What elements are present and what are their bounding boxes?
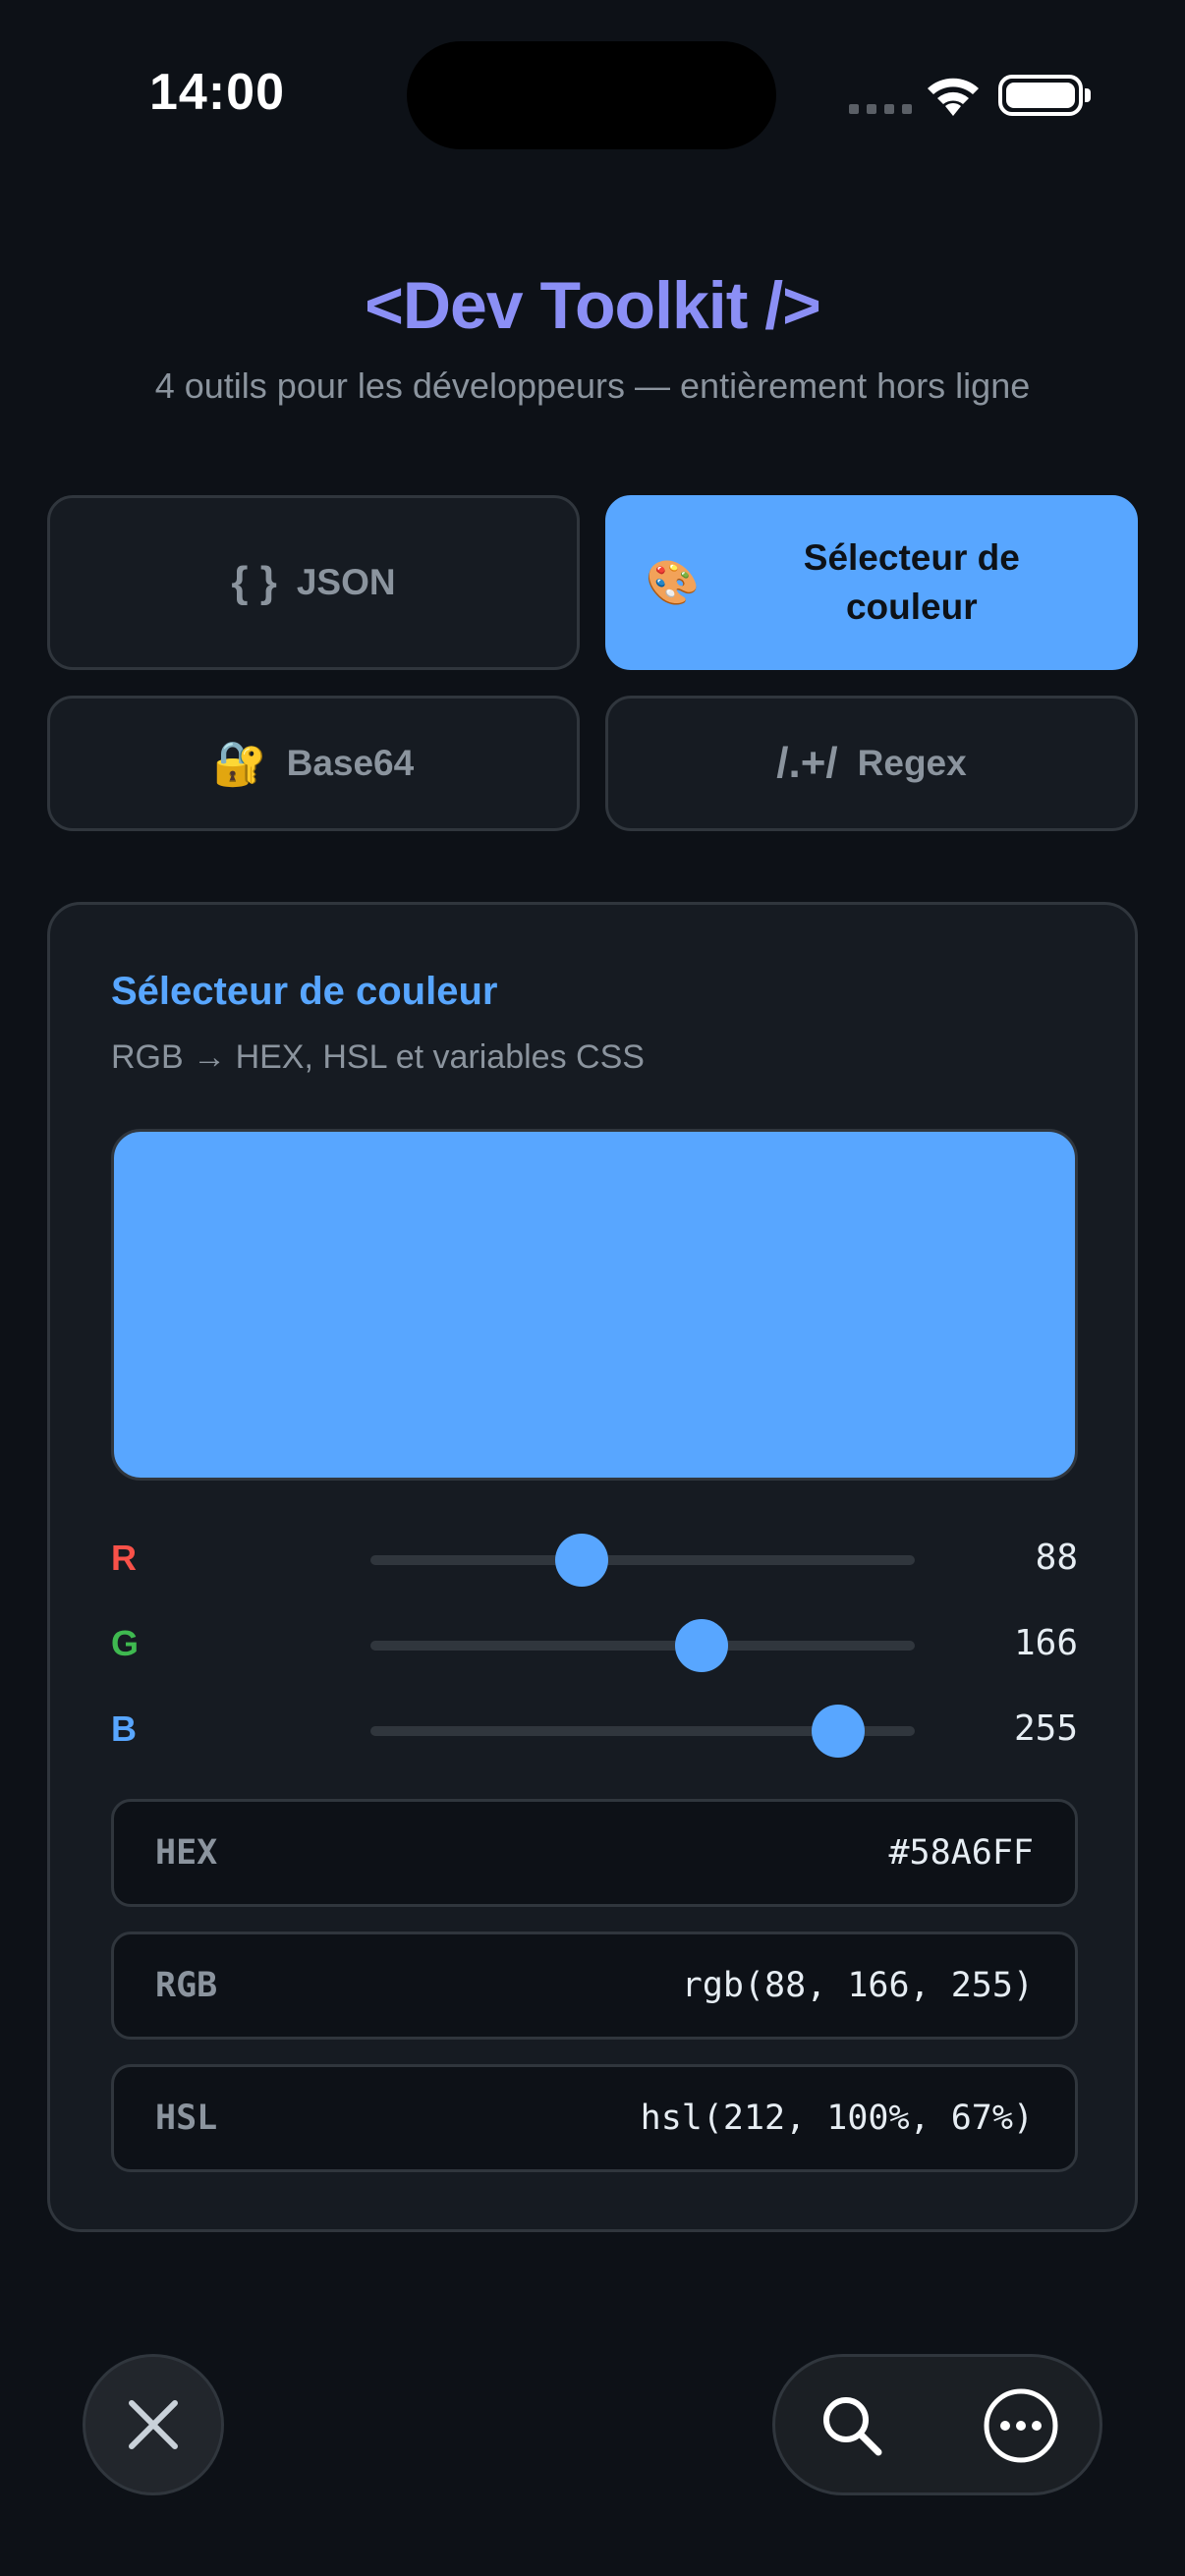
palette-icon: 🎨 (646, 559, 700, 607)
more-icon (984, 2388, 1058, 2463)
slider-thumb-green[interactable] (675, 1619, 729, 1672)
status-time: 14:00 (149, 64, 285, 121)
screen: 14:00 <Dev Toolkit /> 4 outils pour les … (0, 0, 1185, 2576)
app-title: <Dev Toolkit /> (365, 268, 821, 343)
slider-thumb-red[interactable] (555, 1534, 609, 1587)
tab-label: Sélecteur de couleur (803, 537, 1020, 627)
channel-value-b: 255 (1013, 1708, 1078, 1749)
slider-row-blue: B 255 (111, 1701, 1078, 1760)
cellular-signal-icon (849, 104, 912, 114)
output-hsl[interactable]: HSL hsl(212, 100%, 67%) (111, 2064, 1078, 2172)
slider-thumb-blue[interactable] (812, 1705, 866, 1758)
channel-value-r: 88 (1035, 1538, 1078, 1578)
battery-icon (998, 75, 1091, 116)
lock-key-icon: 🔐 (212, 740, 267, 788)
dynamic-island (407, 41, 776, 149)
wifi-icon (928, 78, 979, 116)
output-key: HSL (155, 2099, 218, 2138)
tab-json[interactable]: { } JSON (47, 495, 580, 670)
color-picker-card: Sélecteur de couleur RGB → HEX, HSL et v… (47, 902, 1138, 2232)
output-value: hsl(212, 100%, 67%) (640, 2099, 1034, 2138)
card-title: Sélecteur de couleur (111, 970, 498, 1013)
toolbar-pill (772, 2354, 1102, 2495)
channel-value-g: 166 (1013, 1623, 1078, 1663)
channel-label-b: B (111, 1708, 137, 1749)
close-icon (129, 2400, 178, 2449)
close-button[interactable] (83, 2354, 224, 2495)
slider-row-red: R 88 (111, 1530, 1078, 1589)
regex-icon: /.+/ (776, 739, 838, 787)
channel-label-g: G (111, 1623, 140, 1663)
tab-label: Regex (857, 743, 967, 783)
output-value: rgb(88, 166, 255) (681, 1966, 1034, 2005)
slider-track-green[interactable] (370, 1619, 915, 1672)
output-key: RGB (155, 1966, 218, 2005)
slider-track-red[interactable] (370, 1534, 915, 1587)
output-key: HEX (155, 1833, 218, 1873)
search-button[interactable] (803, 2377, 901, 2475)
output-value: #58A6FF (888, 1833, 1034, 1873)
channel-label-r: R (111, 1538, 137, 1578)
color-preview-swatch (111, 1129, 1078, 1481)
tab-base64[interactable]: 🔐 Base64 (47, 696, 580, 831)
slider-row-green: G 166 (111, 1615, 1078, 1674)
card-subtitle: RGB → HEX, HSL et variables CSS (111, 1038, 645, 1076)
tab-label: Base64 (286, 743, 415, 783)
output-hex[interactable]: HEX #58A6FF (111, 1799, 1078, 1907)
tab-regex[interactable]: /.+/ Regex (605, 696, 1138, 831)
tab-color-picker[interactable]: 🎨 Sélecteur de couleur (605, 495, 1138, 670)
output-rgb[interactable]: RGB rgb(88, 166, 255) (111, 1932, 1078, 2040)
more-button[interactable] (972, 2377, 1070, 2475)
braces-icon: { } (231, 558, 277, 606)
tab-label: JSON (296, 562, 396, 602)
search-icon (823, 2397, 882, 2456)
slider-track-blue[interactable] (370, 1705, 915, 1758)
app-subtitle: 4 outils pour les développeurs — entière… (154, 365, 1031, 406)
